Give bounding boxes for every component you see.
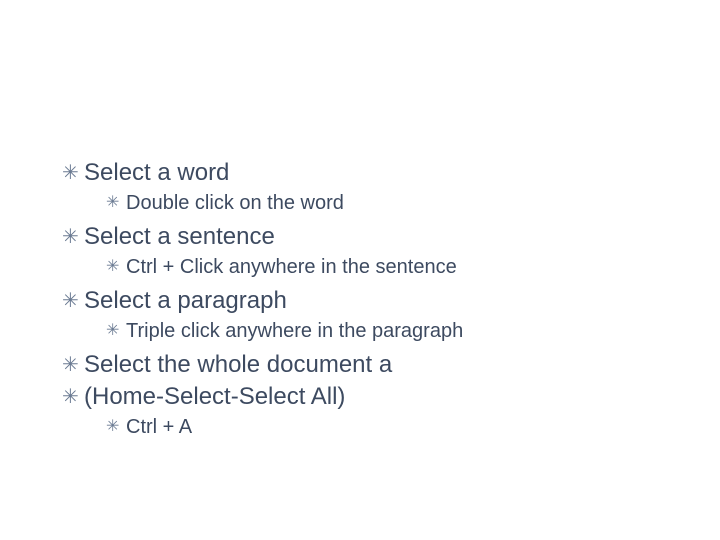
list-item-text: Select a sentence: [84, 222, 275, 252]
star-bullet-icon: ✳: [62, 350, 84, 380]
star-bullet-icon: ✳: [62, 286, 84, 316]
slide: Select and Highlight Text ✳ Select a wor…: [0, 0, 720, 540]
list-item-text: (Home-Select-Select All): [84, 382, 345, 412]
list-item-text: Select the whole document a: [84, 350, 392, 380]
star-bullet-icon: ✳: [62, 382, 84, 412]
list-item-text: Select a paragraph: [84, 286, 287, 316]
slide-title: Select and Highlight Text: [30, 28, 700, 76]
list-subitem: ✳ Ctrl + Click anywhere in the sentence: [106, 254, 680, 280]
list-subitem: ✳ Ctrl + A: [106, 414, 680, 440]
list-subitem-text: Ctrl + A: [126, 414, 192, 440]
list-item: ✳ Select the whole document a: [62, 350, 680, 380]
list-item: ✳ Select a word: [62, 158, 680, 188]
star-bullet-icon: ✳: [106, 190, 126, 216]
list-item-text: Select a word: [84, 158, 229, 188]
list-subitem-text: Ctrl + Click anywhere in the sentence: [126, 254, 457, 280]
star-bullet-icon: ✳: [62, 222, 84, 252]
star-bullet-icon: ✳: [62, 158, 84, 188]
star-bullet-icon: ✳: [106, 414, 126, 440]
list-subitem-text: Triple click anywhere in the paragraph: [126, 318, 463, 344]
star-bullet-icon: ✳: [106, 318, 126, 344]
slide-content: ✳ Select a word ✳ Double click on the wo…: [62, 158, 680, 446]
list-subitem-text: Double click on the word: [126, 190, 344, 216]
list-item: ✳ Select a sentence: [62, 222, 680, 252]
list-subitem: ✳ Triple click anywhere in the paragraph: [106, 318, 680, 344]
list-item: ✳ (Home-Select-Select All): [62, 382, 680, 412]
list-subitem: ✳ Double click on the word: [106, 190, 680, 216]
star-bullet-icon: ✳: [106, 254, 126, 280]
list-item: ✳ Select a paragraph: [62, 286, 680, 316]
